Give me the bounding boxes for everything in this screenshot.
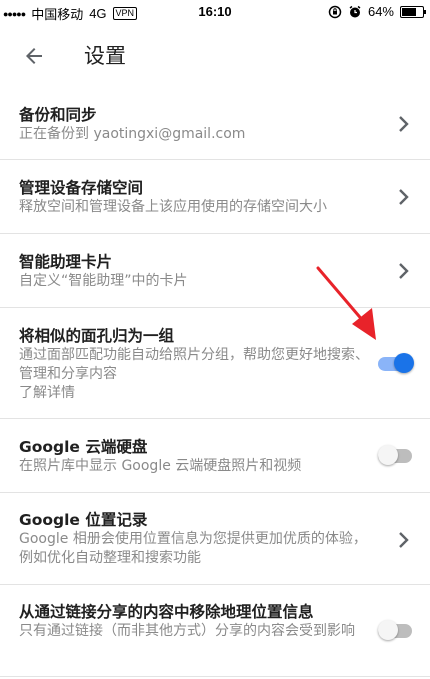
setting-subtitle: 通过面部匹配功能自动给照片分组，帮助您更好地搜索、管理和分享内容 <box>19 347 369 382</box>
page-title: 设置 <box>84 44 126 68</box>
setting-subtitle: 在照片库中显示 Google 云端硬盘照片和视频 <box>19 458 302 474</box>
battery-percent: 64% <box>367 4 394 19</box>
setting-title: 管理设备存储空间 <box>19 179 144 197</box>
battery-icon <box>400 5 426 18</box>
setting-subtitle: 释放空间和管理设备上该应用使用的存储空间大小 <box>19 199 327 215</box>
annotation-arrow-icon <box>316 266 376 340</box>
chevron-right-icon <box>399 532 409 548</box>
chevron-right-icon <box>399 116 409 132</box>
app-bar: 设置 <box>0 24 430 88</box>
setting-manage-storage[interactable]: 管理设备存储空间 释放空间和管理设备上该应用使用的存储空间大小 <box>0 160 430 234</box>
setting-backup-sync[interactable]: 备份和同步 正在备份到 yaotingxi@gmail.com <box>0 88 430 160</box>
face-grouping-toggle[interactable] <box>378 353 414 373</box>
status-right: 64% <box>328 4 426 19</box>
toggle-knob <box>378 620 398 640</box>
remove-geo-toggle[interactable] <box>378 620 414 640</box>
settings-list: 备份和同步 正在备份到 yaotingxi@gmail.com 管理设备存储空间… <box>0 88 430 677</box>
battery-fill <box>402 7 417 16</box>
back-arrow-icon[interactable] <box>22 44 46 68</box>
setting-remove-geo: 从通过链接分享的内容中移除地理位置信息 只有通过链接（而非其他方式）分享的内容会… <box>0 585 430 677</box>
setting-title: Google 位置记录 <box>19 511 148 529</box>
setting-title: 备份和同步 <box>19 106 97 124</box>
toggle-knob <box>394 353 414 373</box>
setting-location-history[interactable]: Google 位置记录 Google 相册会使用位置信息为您提供更加优质的体验，… <box>0 493 430 585</box>
setting-title: 从通过链接分享的内容中移除地理位置信息 <box>19 603 314 621</box>
setting-google-drive: Google 云端硬盘 在照片库中显示 Google 云端硬盘照片和视频 <box>0 419 430 493</box>
learn-more-link[interactable]: 了解详情 <box>19 384 372 403</box>
toggle-knob <box>378 445 398 465</box>
setting-title: Google 云端硬盘 <box>19 438 148 456</box>
setting-subtitle: Google 相册会使用位置信息为您提供更加优质的体验，例如优化自动整理和搜索功… <box>19 531 367 566</box>
setting-subtitle: 正在备份到 yaotingxi@gmail.com <box>19 126 246 142</box>
rotation-lock-icon <box>328 5 342 18</box>
chevron-right-icon <box>399 263 409 279</box>
setting-subtitle: 只有通过链接（而非其他方式）分享的内容会受到影响 <box>19 623 355 639</box>
chevron-right-icon <box>399 189 409 205</box>
google-drive-toggle[interactable] <box>378 445 414 465</box>
alarm-icon <box>349 5 361 17</box>
status-bar: ●●●●● 中国移动 4G VPN 16:10 64% <box>0 0 430 24</box>
